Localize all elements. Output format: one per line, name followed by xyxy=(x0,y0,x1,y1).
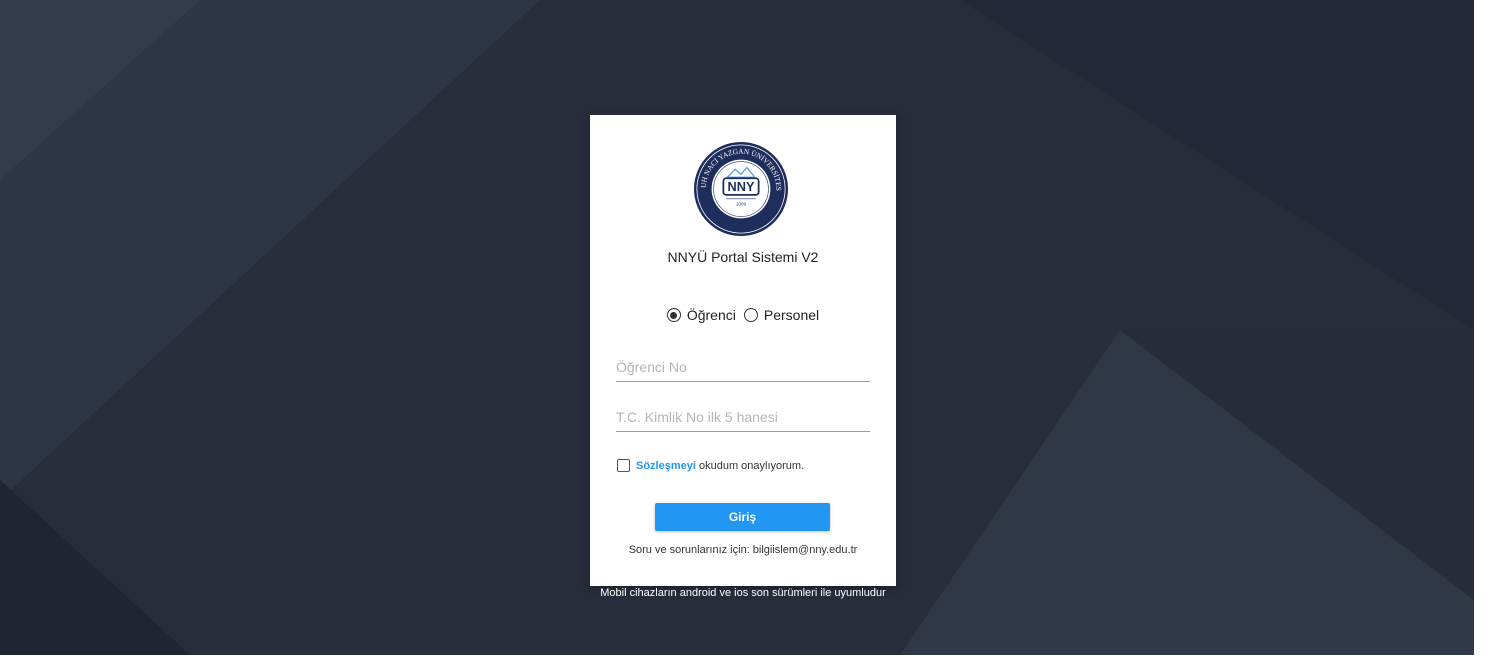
login-card: NUH NACİ YAZGAN ÜNİVERSİTESİ KAYSERİ NNY… xyxy=(590,115,896,586)
compatibility-note: Mobil cihazların android ve ios son sürü… xyxy=(600,587,886,599)
page-title: NNYÜ Portal Sistemi V2 xyxy=(667,249,819,265)
login-button[interactable]: Giriş xyxy=(655,503,830,531)
tc-id-input[interactable] xyxy=(616,402,870,432)
consent-label: okudum onaylıyorum. xyxy=(695,459,805,472)
consent-row: Sözleşmeyi okudum onaylıyorum. xyxy=(617,459,804,472)
role-option-label: Personel xyxy=(763,307,820,323)
contact-info: Soru ve sorunlarınız için: bilgiislem@nn… xyxy=(628,544,858,556)
university-seal-logo: NUH NACİ YAZGAN ÜNİVERSİTESİ KAYSERİ NNY… xyxy=(692,140,789,237)
radio-unchecked-icon[interactable] xyxy=(743,308,758,322)
role-selector: Öğrenci Personel xyxy=(590,307,896,323)
seal-monogram: NNY xyxy=(728,179,755,194)
agreement-link[interactable]: Sözleşmeyi xyxy=(636,460,696,472)
checkbox-icon[interactable] xyxy=(617,459,630,472)
seal-year: 2009 xyxy=(736,202,746,207)
radio-checked-icon[interactable] xyxy=(666,308,681,322)
role-option-staff[interactable]: Personel xyxy=(743,307,820,323)
role-option-student[interactable]: Öğrenci xyxy=(666,307,736,323)
student-number-input[interactable] xyxy=(616,352,870,382)
page-margin-right xyxy=(1474,0,1499,659)
page-margin-bottom xyxy=(0,655,1499,659)
role-option-label: Öğrenci xyxy=(686,307,736,323)
